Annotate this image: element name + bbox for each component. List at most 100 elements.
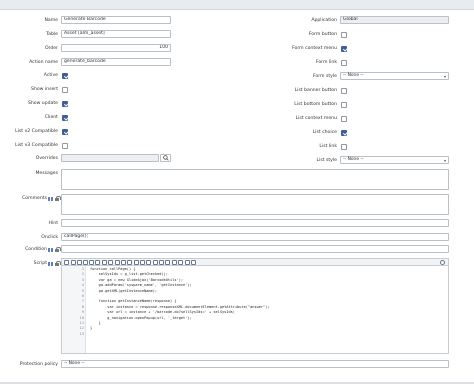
list-style-value: -- None --: [343, 157, 364, 162]
uncomment-icon[interactable]: [95, 260, 100, 265]
show-insert-label: Show insert: [31, 87, 58, 92]
client-label: Client: [44, 115, 58, 120]
client-checkbox[interactable]: [62, 114, 68, 121]
toggle-syntax-icon[interactable]: [64, 260, 69, 265]
application-field: Global: [340, 16, 449, 24]
lock-icon[interactable]: [55, 247, 61, 252]
overrides-label: Overrides: [35, 156, 58, 161]
table-label: Table: [46, 32, 58, 37]
search-icon: [162, 155, 169, 161]
list-v3-checkbox[interactable]: [62, 142, 68, 149]
list-style-select[interactable]: -- None --: [340, 156, 449, 164]
comments-textarea[interactable]: [61, 194, 449, 215]
list-bottom-button-checkbox[interactable]: [341, 101, 347, 108]
lock-icon[interactable]: [55, 196, 61, 201]
help-icon[interactable]: [134, 260, 139, 265]
clear-icon[interactable]: [146, 260, 151, 265]
application-label: Application: [311, 18, 337, 23]
onclick-field[interactable]: callPage();: [61, 233, 449, 241]
book-icon[interactable]: [48, 247, 53, 252]
form-context-menu-label: Form context menu: [292, 46, 337, 51]
form-style-label: Form style: [312, 74, 337, 79]
order-field[interactable]: 100: [61, 44, 171, 52]
form-button-checkbox[interactable]: [341, 31, 347, 38]
line-number: 13: [79, 331, 84, 336]
protection-policy-label: Protection policy: [19, 362, 58, 367]
list-bottom-button-label: List bottom button: [294, 102, 337, 107]
book-icon[interactable]: [48, 261, 53, 266]
settings-icon[interactable]: [140, 260, 145, 265]
replace-all-icon[interactable]: [83, 260, 88, 265]
macro-icon[interactable]: [191, 260, 196, 265]
hint-label: Hint: [48, 221, 58, 226]
script-toolbar: [61, 258, 449, 266]
order-label: Order: [44, 46, 58, 51]
list-banner-button-checkbox[interactable]: [341, 87, 347, 94]
messages-label: Messages: [35, 171, 58, 176]
overrides-field[interactable]: [61, 154, 159, 162]
list-link-label: List link: [319, 144, 337, 149]
action-name-field[interactable]: generate_barcode: [61, 58, 171, 66]
form-button-label: Form button: [308, 32, 337, 37]
condition-field[interactable]: [61, 245, 449, 253]
active-checkbox[interactable]: [62, 72, 68, 79]
table-select[interactable]: Asset [alm_asset]: [61, 30, 171, 38]
list-context-menu-label: List context menu: [295, 116, 337, 121]
redo-icon[interactable]: [178, 260, 183, 265]
collapse-toolbar-icon[interactable]: [440, 260, 445, 265]
show-update-checkbox[interactable]: [62, 100, 68, 107]
list-icon[interactable]: [165, 260, 170, 265]
code-line: ga.getXML(getInstanceName);: [90, 288, 158, 293]
list-link-checkbox[interactable]: [341, 143, 347, 150]
protection-policy-select[interactable]: -- None --: [61, 360, 449, 368]
save-icon[interactable]: [121, 260, 126, 265]
code-line: }: [90, 326, 93, 331]
find-icon[interactable]: [71, 260, 76, 265]
fullscreen-icon[interactable]: [127, 260, 132, 265]
book-icon[interactable]: [48, 196, 53, 201]
condition-label: Condition: [25, 247, 47, 252]
check-syntax-icon[interactable]: [108, 260, 113, 265]
onclick-label: Onclick: [41, 235, 58, 240]
form-style-select[interactable]: -- None --: [340, 72, 449, 80]
chevron-down-icon: [444, 75, 446, 78]
overrides-lookup-button[interactable]: [160, 154, 171, 162]
replace-icon[interactable]: [77, 260, 82, 265]
code-icon[interactable]: [185, 260, 190, 265]
comments-label: Comments: [22, 196, 47, 201]
messages-textarea[interactable]: [61, 169, 449, 190]
grid-icon[interactable]: [159, 260, 164, 265]
line-number-gutter: 1 2 3 4 5 6 7 8 9 10 11 12 13: [62, 266, 86, 353]
undo-icon[interactable]: [172, 260, 177, 265]
list-choice-label: List choice: [312, 130, 337, 135]
form-link-checkbox[interactable]: [341, 59, 347, 66]
comment-icon[interactable]: [89, 260, 94, 265]
list-v2-checkbox[interactable]: [62, 128, 68, 135]
format-icon[interactable]: [102, 260, 107, 265]
show-update-label: Show update: [27, 101, 58, 106]
chevron-down-icon: [444, 159, 446, 162]
list-v3-label: List v3 Compatible: [15, 143, 58, 148]
form-style-value: -- None --: [343, 73, 364, 78]
list-v2-label: List v2 Compatible: [15, 129, 58, 134]
active-label: Active: [43, 73, 58, 78]
list-style-label: List style: [316, 158, 337, 163]
top-bar: [0, 0, 474, 10]
protection-policy-value: -- None --: [64, 361, 85, 366]
form-link-label: Form link: [315, 60, 337, 65]
show-insert-checkbox[interactable]: [62, 86, 68, 93]
code-line: g_navigation.openPopup(url, '_target');: [90, 315, 192, 320]
script-label: Script: [33, 261, 47, 266]
action-name-label: Action name: [29, 60, 58, 65]
form-context-menu-checkbox[interactable]: [341, 45, 347, 52]
name-label: Name: [44, 18, 58, 23]
list-context-menu-checkbox[interactable]: [341, 115, 347, 122]
hint-field[interactable]: [61, 219, 449, 227]
list-choice-checkbox[interactable]: [341, 129, 347, 136]
script-editor[interactable]: 1 2 3 4 5 6 7 8 9 10 11 12 13 function callPage() { …: [61, 266, 449, 354]
script-debugger-icon[interactable]: [115, 260, 120, 265]
lock-icon[interactable]: [55, 261, 61, 266]
list-banner-button-label: List banner button: [294, 88, 337, 93]
name-field[interactable]: Generate Barcode: [61, 16, 171, 24]
image-icon[interactable]: [153, 260, 158, 265]
